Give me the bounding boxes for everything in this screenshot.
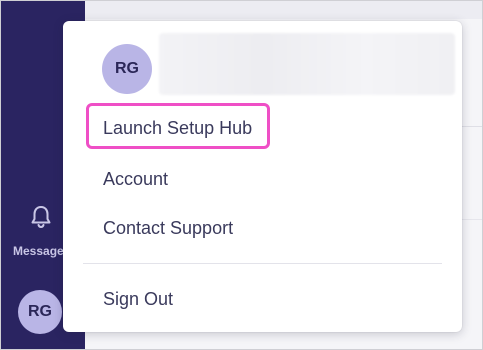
menu-item-sign-out[interactable]: Sign Out — [103, 289, 173, 310]
bell-icon[interactable] — [29, 204, 53, 230]
avatar[interactable]: RG — [18, 290, 62, 334]
avatar-initials: RG — [28, 303, 52, 320]
menu-avatar: RG — [102, 44, 152, 94]
menu-divider — [83, 263, 442, 264]
menu-item-launch-setup-hub[interactable]: Launch Setup Hub — [103, 118, 252, 139]
app-window: Message RG RG Launch Setup Hub Account C… — [0, 0, 483, 350]
user-menu: RG Launch Setup Hub Account Contact Supp… — [63, 21, 462, 332]
redacted-user-name — [159, 33, 455, 95]
main-top-band — [85, 1, 482, 19]
menu-item-contact-support[interactable]: Contact Support — [103, 218, 233, 239]
sidebar-item-messages-label[interactable]: Message — [13, 244, 64, 258]
menu-avatar-initials: RG — [115, 60, 139, 77]
menu-item-account[interactable]: Account — [103, 169, 168, 190]
